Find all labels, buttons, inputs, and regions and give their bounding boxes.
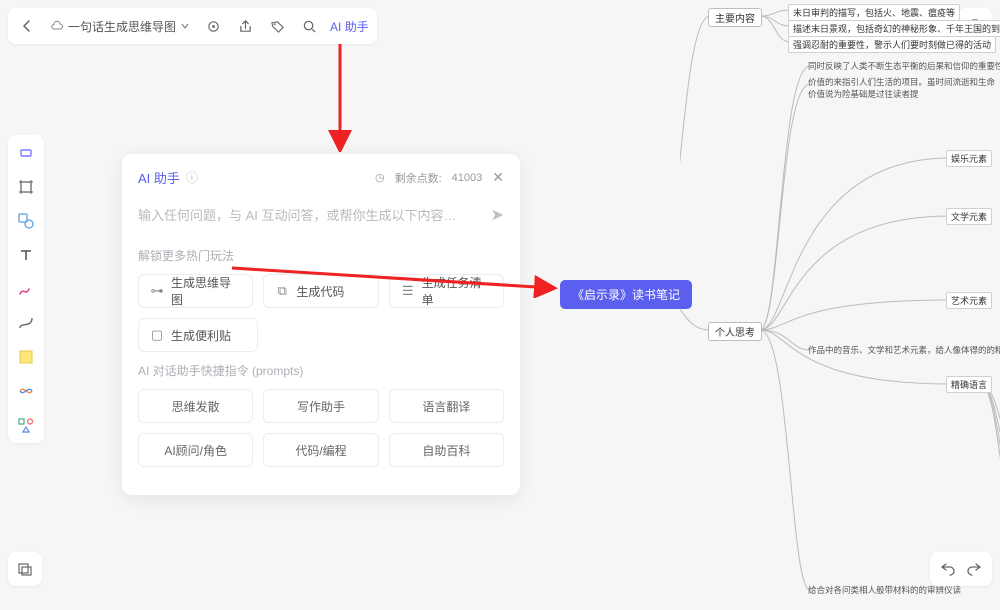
chip-label: 生成思维导图 xyxy=(171,274,242,308)
connector-tool[interactable] xyxy=(14,311,38,335)
document-title[interactable]: 一句话生成思维导图 xyxy=(48,18,192,35)
chip-tasklist[interactable]: ☰ 生成任务清单 xyxy=(389,274,504,308)
prompt-translate[interactable]: 语言翻译 xyxy=(389,389,504,423)
settings-icon[interactable] xyxy=(202,15,224,37)
document-title-text: 一句话生成思维导图 xyxy=(68,18,176,35)
mindmap-leaf[interactable]: 同时反映了人类不断生态平衡的后果和信仰的重要性 xyxy=(808,60,1000,72)
mindmap-icon: ⊶ xyxy=(149,283,165,299)
mindmap-leaf[interactable]: 文学元素 xyxy=(946,208,992,225)
chip-label: 生成任务清单 xyxy=(422,274,493,308)
help-icon[interactable]: ⓘ xyxy=(186,169,198,186)
ai-tool[interactable] xyxy=(14,379,38,403)
clock-icon: ◷ xyxy=(375,171,385,184)
left-toolbar xyxy=(8,135,44,443)
chip-mindmap[interactable]: ⊶ 生成思维导图 xyxy=(138,274,253,308)
annotation-arrow-down xyxy=(320,42,360,152)
draw-tool[interactable] xyxy=(14,277,38,301)
search-icon[interactable] xyxy=(298,15,320,37)
chevron-down-icon xyxy=(180,21,190,31)
frame-tool[interactable] xyxy=(14,175,38,199)
mindmap-leaf[interactable]: 强调忍耐的重要性，警示人们要时刻做已得的活动 xyxy=(788,36,996,53)
mindmap-leaf[interactable]: 艺术元素 xyxy=(946,292,992,309)
mindmap-root-node[interactable]: 《启示录》读书笔记 xyxy=(560,280,692,309)
tag-icon[interactable] xyxy=(266,15,288,37)
mindmap-canvas[interactable]: 主要内容 个人思考 末日审判的描写，包括火、地震、瘟疫等 描述末日景观，包括奇幻… xyxy=(680,0,1000,604)
sticky-icon: ▢ xyxy=(149,327,165,343)
mindmap-leaf[interactable]: 描述末日景观，包括奇幻的神秘形象、千年王国的到来等 xyxy=(788,20,1000,37)
mindmap-leaf[interactable]: 精确语言 xyxy=(946,376,992,393)
ai-prompt-input[interactable] xyxy=(138,208,483,223)
shape-tool[interactable] xyxy=(14,209,38,233)
chip-code[interactable]: ⧉ 生成代码 xyxy=(263,274,378,308)
more-shapes-tool[interactable] xyxy=(14,413,38,437)
layers-button[interactable] xyxy=(8,552,42,586)
mindmap-branch[interactable]: 个人思考 xyxy=(708,322,762,341)
prompt-diverge[interactable]: 思维发散 xyxy=(138,389,253,423)
mindmap-leaf[interactable]: 价值的来指引人们生活的项目。虽时间流逝和生命价值说为险基础是过往读者提 xyxy=(808,76,998,100)
prompt-coding[interactable]: 代码/编程 xyxy=(263,433,378,467)
prompt-write[interactable]: 写作助手 xyxy=(263,389,378,423)
mindmap-leaf[interactable]: 给合对各问类相人般带材料的的审辨仪读 xyxy=(808,584,961,596)
ai-assistant-button[interactable]: AI 助手 xyxy=(330,18,369,35)
export-icon[interactable] xyxy=(234,15,256,37)
prompt-airole[interactable]: AI顾问/角色 xyxy=(138,433,253,467)
chip-label: 生成便利贴 xyxy=(171,327,231,344)
list-icon: ☰ xyxy=(400,283,416,299)
mindmap-leaf[interactable]: 娱乐元素 xyxy=(946,150,992,167)
prompts-section-label: AI 对话助手快捷指令 (prompts) xyxy=(138,362,504,379)
code-icon: ⧉ xyxy=(274,283,290,299)
prompt-encyc[interactable]: 自助百科 xyxy=(389,433,504,467)
cloud-icon xyxy=(50,19,64,33)
sticky-tool[interactable] xyxy=(14,345,38,369)
chip-sticky[interactable]: ▢ 生成便利贴 xyxy=(138,318,258,352)
select-tool[interactable] xyxy=(14,141,38,165)
back-button[interactable] xyxy=(16,15,38,37)
hot-section-label: 解锁更多热门玩法 xyxy=(138,247,504,264)
remaining-value: 41003 xyxy=(452,172,483,184)
text-tool[interactable] xyxy=(14,243,38,267)
remaining-label: 剩余点数: xyxy=(395,170,442,186)
chip-label: 生成代码 xyxy=(296,283,344,300)
mindmap-branch[interactable]: 主要内容 xyxy=(708,8,762,27)
close-button[interactable]: ✕ xyxy=(492,169,504,186)
ai-assistant-panel: AI 助手 ⓘ ◷ 剩余点数: 41003 ✕ ➤ 解锁更多热门玩法 ⊶ 生成思维… xyxy=(122,154,520,495)
mindmap-leaf[interactable]: 作品中的音乐、文学和艺术元素，给人像体得的的精致逸馨 xyxy=(808,344,1000,356)
panel-title: AI 助手 xyxy=(138,168,180,187)
send-button[interactable]: ➤ xyxy=(491,205,504,225)
top-toolbar: 一句话生成思维导图 AI 助手 xyxy=(8,8,377,44)
mindmap-leaf[interactable]: 末日审判的描写，包括火、地震、瘟疫等 xyxy=(788,4,960,21)
